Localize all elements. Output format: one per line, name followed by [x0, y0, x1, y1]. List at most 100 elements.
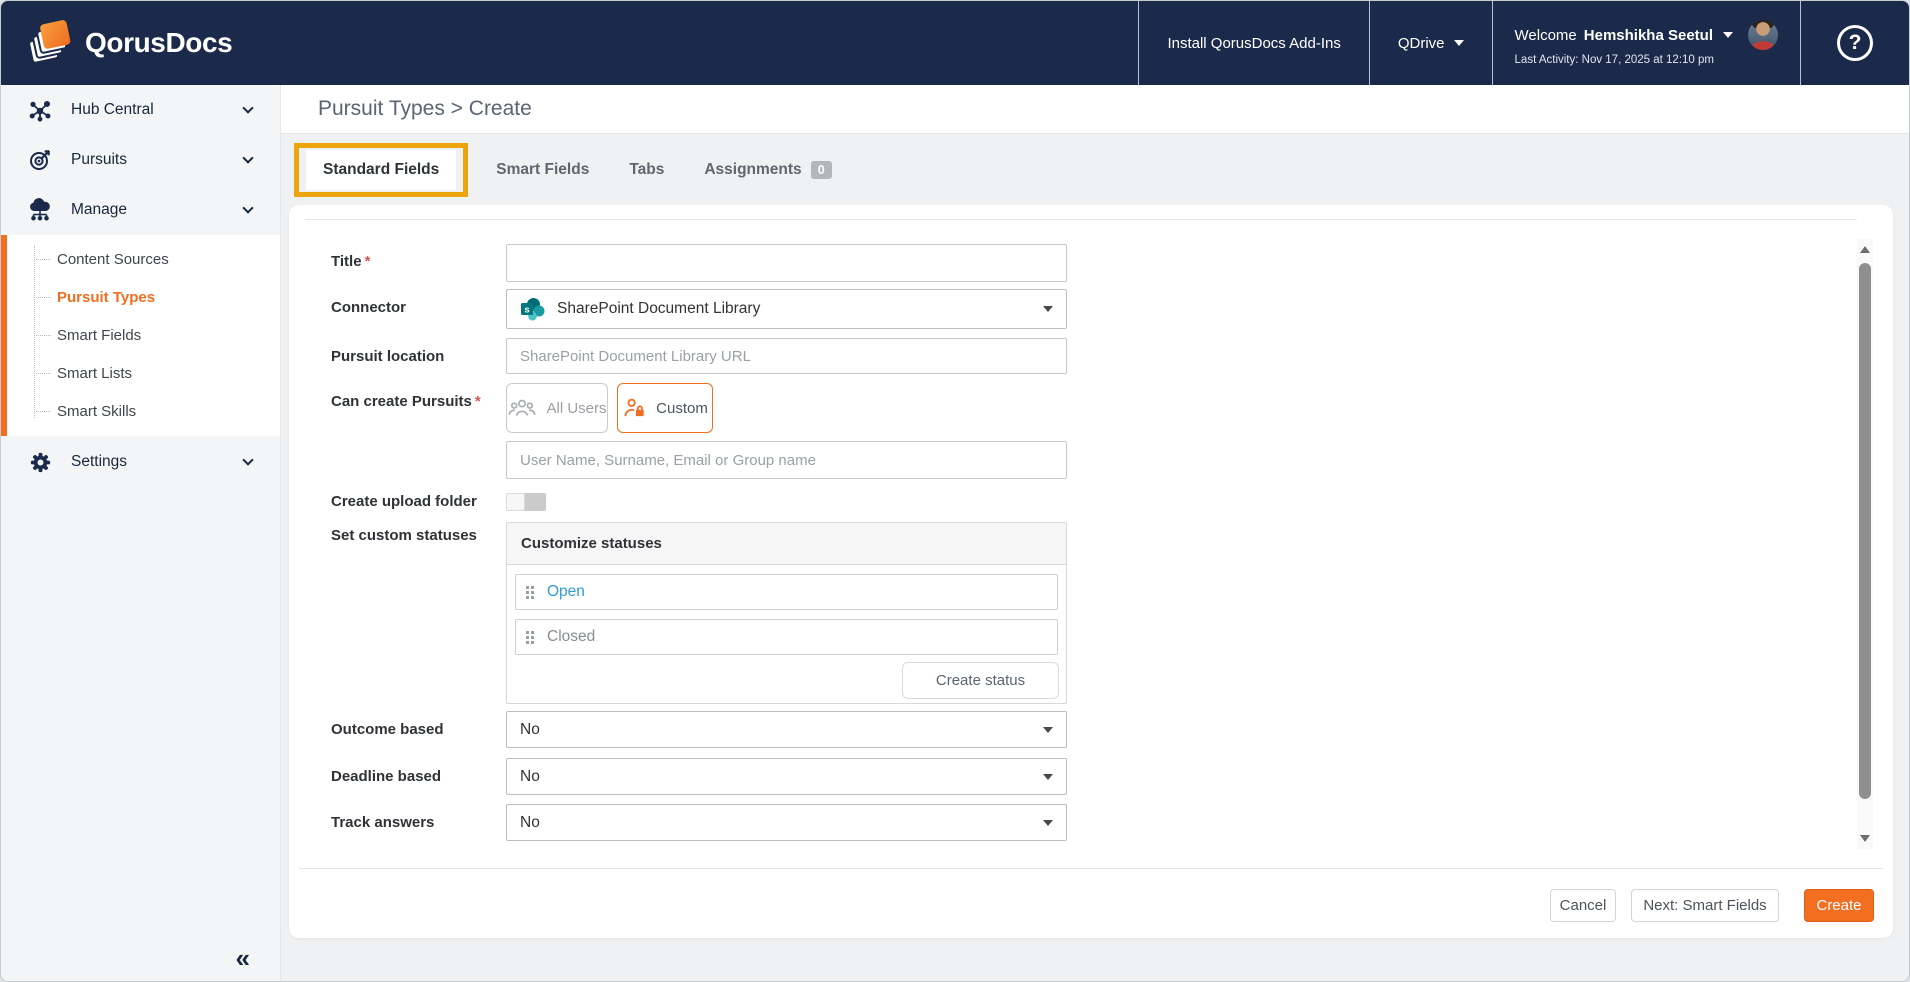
chevron-down-icon: [1043, 774, 1053, 780]
create-button[interactable]: Create: [1804, 889, 1874, 922]
deadline-based-label: Deadline based: [331, 768, 441, 785]
manage-cloud-icon: [25, 198, 55, 222]
scroll-down-arrow-icon[interactable]: [1860, 835, 1870, 842]
pursuit-location-input[interactable]: [506, 338, 1067, 374]
sidebar-item-label: Hub Central: [71, 101, 154, 119]
customize-statuses-box: Customize statuses Open Closed Create st…: [506, 522, 1067, 704]
help-section: ?: [1800, 1, 1909, 85]
users-group-icon: [507, 397, 537, 419]
divider: [299, 868, 1883, 869]
track-answers-value: No: [520, 814, 540, 832]
tab-label: Assignments: [704, 161, 801, 179]
tab-assignments[interactable]: Assignments 0: [704, 161, 831, 179]
sidebar-item-label: Pursuits: [71, 151, 127, 169]
assignments-count-badge: 0: [811, 161, 832, 179]
create-status-button[interactable]: Create status: [902, 662, 1059, 699]
customize-statuses-header: Customize statuses: [507, 523, 1066, 565]
tab-label: Standard Fields: [323, 161, 439, 178]
sharepoint-icon: s: [520, 296, 546, 322]
sidebar-item-smart-fields[interactable]: Smart Fields: [7, 316, 280, 354]
gear-icon: [25, 451, 55, 474]
can-create-label: Can create Pursuits*: [331, 393, 481, 410]
vertical-scrollbar[interactable]: [1857, 239, 1873, 849]
header-spacer: [232, 1, 1138, 85]
tabstrip: Standard Fields Smart Fields Tabs Assign…: [281, 134, 1909, 205]
drag-handle-icon[interactable]: [526, 586, 534, 599]
form-card: Title* Connector s SharePoint Document L…: [289, 205, 1893, 938]
install-addins-link[interactable]: Install QorusDocs Add-Ins: [1138, 1, 1368, 85]
title-label: Title*: [331, 253, 370, 270]
pursuits-target-icon: [25, 148, 55, 172]
connector-select[interactable]: s SharePoint Document Library: [506, 289, 1067, 329]
track-answers-label: Track answers: [331, 814, 434, 831]
track-answers-select[interactable]: No: [506, 804, 1067, 841]
status-row-open[interactable]: Open: [515, 574, 1058, 610]
sidebar-item-manage[interactable]: Manage: [1, 185, 280, 235]
tab-standard-fields[interactable]: Standard Fields: [306, 150, 456, 190]
connector-value: SharePoint Document Library: [557, 300, 760, 318]
app-window: QorusDocs Install QorusDocs Add-Ins QDri…: [0, 0, 1910, 982]
help-icon[interactable]: ?: [1837, 25, 1873, 61]
user-name: Hemshikha Seetul: [1584, 27, 1713, 44]
top-header: QorusDocs Install QorusDocs Add-Ins QDri…: [1, 1, 1909, 85]
last-activity: Last Activity: Nov 17, 2025 at 12:10 pm: [1515, 54, 1714, 66]
user-avatar[interactable]: [1748, 20, 1778, 50]
main-area: Pursuit Types > Create Standard Fields S…: [281, 85, 1909, 981]
required-mark: *: [365, 253, 371, 270]
chevron-down-icon: [1454, 40, 1464, 46]
connector-label: Connector: [331, 299, 406, 316]
upload-folder-toggle[interactable]: [506, 493, 546, 511]
outcome-based-select[interactable]: No: [506, 711, 1067, 748]
hub-central-icon: [25, 98, 55, 122]
sidebar-item-smart-skills[interactable]: Smart Skills: [7, 392, 280, 430]
chevron-down-icon: [242, 102, 253, 113]
tab-smart-fields[interactable]: Smart Fields: [496, 161, 589, 179]
sidebar-item-content-sources[interactable]: Content Sources: [7, 240, 280, 278]
title-input[interactable]: [506, 244, 1067, 282]
all-users-button[interactable]: All Users: [506, 383, 608, 433]
welcome-label: Welcome: [1515, 27, 1577, 44]
status-row-closed[interactable]: Closed: [515, 619, 1058, 655]
chevron-down-icon: [1043, 820, 1053, 826]
qdrive-label: QDrive: [1398, 35, 1445, 52]
user-lock-icon: [622, 397, 647, 419]
all-users-label: All Users: [546, 400, 606, 417]
status-name-open[interactable]: Open: [547, 583, 585, 601]
brand[interactable]: QorusDocs: [1, 1, 232, 85]
sidebar-item-hub-central[interactable]: Hub Central: [1, 85, 280, 135]
user-search-input[interactable]: [506, 441, 1067, 479]
status-name-closed[interactable]: Closed: [547, 628, 595, 646]
deadline-based-select[interactable]: No: [506, 758, 1067, 795]
breadcrumb: Pursuit Types > Create: [318, 97, 532, 121]
breadcrumb-band: Pursuit Types > Create: [281, 85, 1909, 134]
chevron-down-icon: [1723, 32, 1733, 38]
drag-handle-icon[interactable]: [526, 631, 534, 644]
next-smart-fields-button[interactable]: Next: Smart Fields: [1631, 889, 1779, 922]
sidebar-item-pursuits[interactable]: Pursuits: [1, 135, 280, 185]
scrollbar-thumb[interactable]: [1859, 263, 1871, 799]
scroll-up-arrow-icon[interactable]: [1860, 246, 1870, 253]
sidebar-item-label: Settings: [71, 453, 127, 471]
chevron-down-icon: [242, 454, 253, 465]
pursuit-location-label: Pursuit location: [331, 348, 444, 365]
user-menu[interactable]: Welcome Hemshikha Seetul Last Activity: …: [1492, 1, 1800, 85]
sidebar-item-settings[interactable]: Settings: [1, 436, 280, 488]
outcome-based-value: No: [520, 721, 540, 739]
chevron-down-icon: [242, 152, 253, 163]
sidebar-item-smart-lists[interactable]: Smart Lists: [7, 354, 280, 392]
chevron-down-icon: [1043, 727, 1053, 733]
manage-submenu: Content Sources Pursuit Types Smart Fiel…: [1, 235, 280, 436]
qdrive-menu[interactable]: QDrive: [1369, 1, 1492, 85]
user-line: Welcome Hemshikha Seetul: [1515, 20, 1778, 50]
custom-label: Custom: [656, 400, 708, 417]
custom-button[interactable]: Custom: [617, 383, 713, 433]
required-mark: *: [475, 393, 481, 410]
chevron-down-icon: [1043, 306, 1053, 312]
toggle-knob: [506, 493, 525, 511]
sidebar-item-pursuit-types[interactable]: Pursuit Types: [7, 278, 280, 316]
cancel-button[interactable]: Cancel: [1550, 889, 1616, 922]
sidebar-collapse-button[interactable]: «: [236, 945, 250, 971]
tab-tabs[interactable]: Tabs: [629, 161, 664, 179]
chevron-down-icon: [242, 202, 253, 213]
svg-text:s: s: [524, 304, 529, 315]
